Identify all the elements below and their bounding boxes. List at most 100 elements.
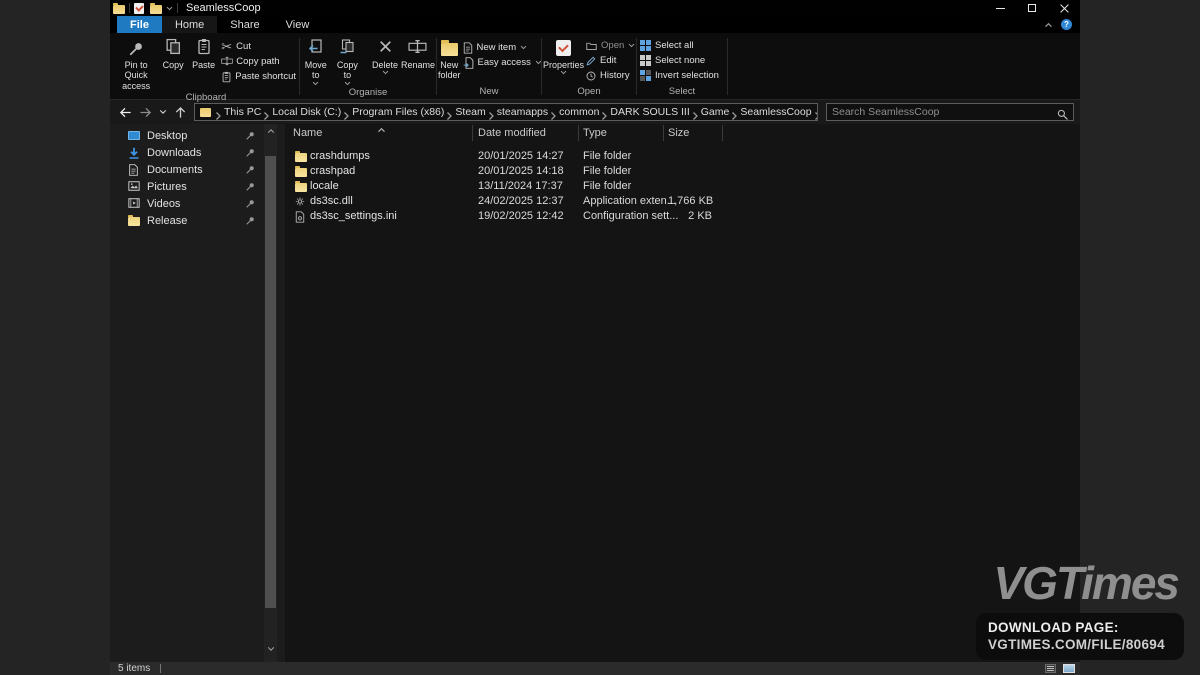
column-divider[interactable] xyxy=(472,125,473,141)
file-row-crashdumps[interactable]: crashdumps 20/01/2025 14:27 File folder xyxy=(285,149,1080,164)
breadcrumb-common[interactable]: common xyxy=(557,106,601,118)
tab-view[interactable]: View xyxy=(273,16,323,33)
back-button[interactable] xyxy=(116,103,134,121)
history-icon xyxy=(586,71,596,81)
new-item-button[interactable]: New item xyxy=(461,41,544,54)
vgtimes-logo: VGTimes xyxy=(993,557,1180,609)
open-button[interactable]: Open xyxy=(584,39,637,52)
pin-icon[interactable] xyxy=(246,131,255,140)
sidebar-item-downloads[interactable]: Downloads xyxy=(110,144,285,161)
breadcrumb-steamapps[interactable]: steamapps xyxy=(495,106,550,118)
button-label: New item xyxy=(476,42,517,53)
qat-customize-chevron-icon[interactable] xyxy=(166,6,173,11)
thumbnail-view-button[interactable] xyxy=(1061,663,1077,675)
select-all-button[interactable]: Select all xyxy=(638,39,721,52)
edit-button[interactable]: Edit xyxy=(584,54,637,67)
column-divider[interactable] xyxy=(578,125,579,141)
divider xyxy=(177,3,178,13)
items-count: 5 items xyxy=(118,663,151,674)
properties-button[interactable]: Properties xyxy=(543,35,584,75)
button-label: Open xyxy=(601,40,625,51)
scrollbar-down-arrow-icon[interactable] xyxy=(264,642,277,656)
pin-icon[interactable] xyxy=(246,182,255,191)
pin-to-quick-access-button[interactable]: Pin to Quick access xyxy=(114,35,158,91)
ribbon-group-select: Select all Select none Invert selection … xyxy=(638,33,726,99)
breadcrumb-separator-icon xyxy=(550,108,557,116)
sidebar-item-release[interactable]: Release xyxy=(110,212,285,229)
tab-share[interactable]: Share xyxy=(217,16,272,33)
file-row-crashpad[interactable]: crashpad 20/01/2025 14:18 File folder xyxy=(285,164,1080,179)
rename-button[interactable]: Rename xyxy=(401,35,435,70)
address-bar-row: This PC Local Disk (C:) Program Files (x… xyxy=(110,100,1080,124)
details-view-button[interactable] xyxy=(1042,663,1058,675)
breadcrumb-local-disk-c[interactable]: Local Disk (C:) xyxy=(270,106,343,118)
sidebar-item-label: Documents xyxy=(147,163,203,176)
maximize-button[interactable] xyxy=(1016,0,1048,16)
search-input[interactable] xyxy=(832,106,1057,118)
breadcrumb-seamlesscoop[interactable]: SeamlessCoop xyxy=(738,106,813,118)
column-header-name[interactable]: Name xyxy=(293,127,322,139)
breadcrumb-game[interactable]: Game xyxy=(699,106,732,118)
tab-home[interactable]: Home xyxy=(161,16,218,33)
pin-icon[interactable] xyxy=(246,148,255,157)
paste-button[interactable]: Paste xyxy=(188,35,219,70)
forward-button[interactable] xyxy=(136,103,154,121)
address-bar[interactable]: This PC Local Disk (C:) Program Files (x… xyxy=(194,103,818,121)
qat-new-folder-icon[interactable] xyxy=(150,2,162,14)
column-header-type[interactable]: Type xyxy=(583,127,607,139)
button-label: Move to xyxy=(304,60,327,81)
pin-icon[interactable] xyxy=(246,165,255,174)
new-folder-button[interactable]: New folder xyxy=(438,35,461,81)
breadcrumb-this-pc[interactable]: This PC xyxy=(222,106,263,118)
pin-icon[interactable] xyxy=(246,199,255,208)
breadcrumb-steam[interactable]: Steam xyxy=(453,106,487,118)
breadcrumb-separator-icon xyxy=(263,108,270,116)
recent-locations-chevron-icon[interactable] xyxy=(156,103,169,121)
copy-button[interactable]: Copy xyxy=(158,35,188,70)
invert-selection-button[interactable]: Invert selection xyxy=(638,69,721,82)
search-box[interactable] xyxy=(826,103,1074,121)
button-label: Select all xyxy=(655,40,694,51)
status-bar: 5 items xyxy=(110,662,1080,675)
maximize-icon xyxy=(1028,4,1036,12)
file-type: Application exten... xyxy=(583,195,676,207)
file-name: crashpad xyxy=(310,165,356,177)
column-header-date-modified[interactable]: Date modified xyxy=(478,127,546,139)
sidebar-item-pictures[interactable]: Pictures xyxy=(110,178,285,195)
file-row-ds3sc-settings-ini[interactable]: ds3sc_settings.ini 19/02/2025 12:42 Conf… xyxy=(285,209,1080,224)
pin-icon[interactable] xyxy=(246,216,255,225)
sidebar-item-desktop[interactable]: Desktop xyxy=(110,127,285,144)
button-label: Copy to xyxy=(336,60,358,81)
breadcrumb-dark-souls-iii[interactable]: DARK SOULS III xyxy=(608,106,691,118)
sidebar-item-videos[interactable]: Videos xyxy=(110,195,285,212)
delete-icon xyxy=(378,39,393,56)
move-to-button[interactable]: Move to xyxy=(301,35,331,86)
qat-properties-icon[interactable] xyxy=(134,2,144,14)
copy-to-button[interactable]: Copy to xyxy=(333,35,363,86)
delete-button[interactable]: Delete xyxy=(371,35,399,75)
help-icon[interactable]: ? xyxy=(1061,19,1072,30)
file-row-ds3sc-dll[interactable]: ds3sc.dll 24/02/2025 12:37 Application e… xyxy=(285,194,1080,209)
close-button[interactable] xyxy=(1048,0,1080,16)
file-date: 13/11/2024 17:37 xyxy=(478,180,563,192)
breadcrumb-program-files-x86[interactable]: Program Files (x86) xyxy=(350,106,446,118)
select-none-button[interactable]: Select none xyxy=(638,54,721,67)
file-row-locale[interactable]: locale 13/11/2024 17:37 File folder xyxy=(285,179,1080,194)
column-divider[interactable] xyxy=(722,125,723,141)
minimize-ribbon-chevron-icon[interactable] xyxy=(1044,22,1053,28)
history-button[interactable]: History xyxy=(584,69,637,82)
easy-access-button[interactable]: Easy access xyxy=(461,56,544,69)
tab-file[interactable]: File xyxy=(117,16,162,33)
file-type: Configuration sett... xyxy=(583,210,679,222)
up-button[interactable] xyxy=(171,103,189,121)
column-divider[interactable] xyxy=(663,125,664,141)
sidebar-scrollbar-thumb[interactable] xyxy=(265,156,276,608)
copy-path-button[interactable]: Copy path xyxy=(219,55,298,68)
minimize-button[interactable] xyxy=(984,0,1016,16)
paste-shortcut-button[interactable]: Paste shortcut xyxy=(219,70,298,83)
sidebar-item-documents[interactable]: Documents xyxy=(110,161,285,178)
divider xyxy=(727,38,728,95)
cut-button[interactable]: ✂ Cut xyxy=(219,40,298,53)
column-header-size[interactable]: Size xyxy=(668,127,689,139)
scrollbar-up-arrow-icon[interactable] xyxy=(264,124,277,138)
